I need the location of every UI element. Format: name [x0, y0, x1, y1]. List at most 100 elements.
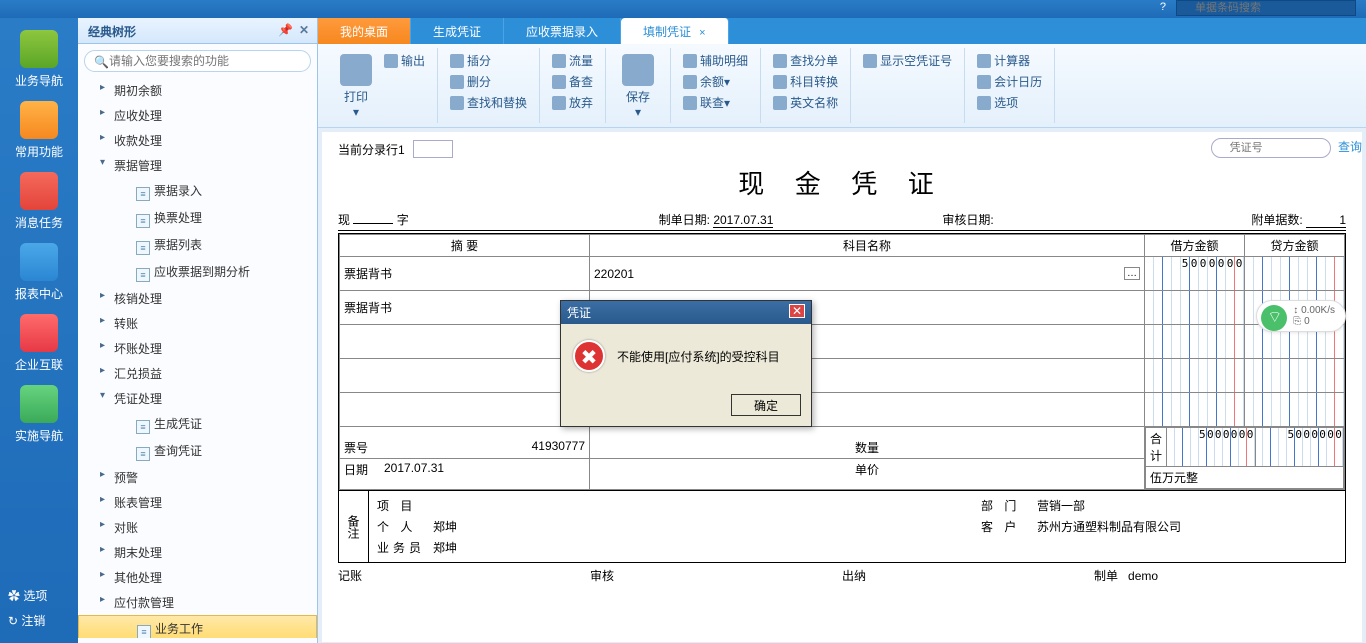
- tab-bar: 我的桌面生成凭证应收票据录入填制凭证×: [318, 18, 1366, 44]
- help-icon[interactable]: ?: [1160, 1, 1166, 13]
- ribbon-g3-1[interactable]: 备查: [548, 71, 597, 92]
- wifi-widget: ↕ 0.00K/s ⎘ 0: [1256, 300, 1346, 332]
- dialog-close-button[interactable]: ✕: [789, 304, 805, 318]
- ribbon-g8-2[interactable]: 选项: [973, 92, 1046, 113]
- ribbon-g2-2[interactable]: 查找和替换: [446, 92, 531, 113]
- tree-node-9[interactable]: ▸转账: [78, 311, 317, 336]
- leftnav-item-0[interactable]: 业务导航: [0, 30, 78, 89]
- voucher-row-1[interactable]: 票据背书应收票据: [340, 291, 1345, 325]
- voucher-row-2[interactable]: [340, 325, 1345, 359]
- tree-node-11[interactable]: ▸汇兑损益: [78, 361, 317, 386]
- tab-close-icon[interactable]: ×: [699, 27, 705, 39]
- tab-1[interactable]: 生成凭证: [411, 18, 504, 44]
- tree-node-10[interactable]: ▸坏账处理: [78, 336, 317, 361]
- dept-value: 营销一部: [1037, 497, 1337, 514]
- tree-node-6[interactable]: ≡票据列表: [78, 232, 317, 259]
- barcode-search-input[interactable]: [1176, 0, 1356, 16]
- leftnav-item-5[interactable]: 实施导航: [0, 385, 78, 444]
- ribbon-g8-0[interactable]: 计算器: [973, 50, 1046, 71]
- tree-node-5[interactable]: ≡换票处理: [78, 205, 317, 232]
- leftnav-item-4[interactable]: 企业互联: [0, 314, 78, 373]
- lookup-icon[interactable]: …: [1124, 267, 1140, 280]
- error-dialog: 凭证 ✕ ✖ 不能使用[应付系统]的受控科目 确定: [560, 300, 812, 427]
- search-button[interactable]: 查询: [1338, 140, 1362, 154]
- tab-2[interactable]: 应收票据录入: [504, 18, 621, 44]
- tree-node-8[interactable]: ▸核销处理: [78, 286, 317, 311]
- col-credit: 贷方金额: [1245, 235, 1345, 257]
- ribbon-g1-1[interactable]: 输出: [380, 50, 429, 71]
- ribbon-g6-2[interactable]: 英文名称: [769, 92, 842, 113]
- tree-node-1[interactable]: ▸应收处理: [78, 103, 317, 128]
- tree-list: ▸期初余额▸应收处理▸收款处理▾票据管理≡票据录入≡换票处理≡票据列表≡应收票据…: [78, 78, 317, 638]
- pin-icon[interactable]: 📌: [278, 23, 293, 37]
- attach-count[interactable]: 1: [1306, 213, 1346, 228]
- tree-node-7[interactable]: ≡应收票据到期分析: [78, 259, 317, 286]
- top-bar: ? 🔍: [0, 0, 1366, 18]
- ribbon-g5-0[interactable]: 辅助明细: [679, 50, 752, 71]
- bill-date: 2017.07.31: [380, 459, 589, 480]
- dialog-title: 凭证: [567, 304, 591, 321]
- ribbon-g1-0[interactable]: 打印▾: [332, 50, 380, 123]
- voucher-footer: 备注 项 目 部 门营销一部 个 人郑坤 客 户苏州方通塑料制品有限公司 业务员…: [338, 491, 1346, 563]
- tab-3[interactable]: 填制凭证×: [621, 18, 728, 44]
- ribbon-g8-1[interactable]: 会计日历: [973, 71, 1046, 92]
- voucher-meta: 现 字 制单日期: 2017.07.31 审核日期: 附单据数: 1: [338, 211, 1346, 231]
- voucher-row-0[interactable]: 票据背书220201… 5000000: [340, 257, 1345, 291]
- tree-node-20[interactable]: ▸应付款管理: [78, 590, 317, 615]
- ribbon-g6-0[interactable]: 查找分单: [769, 50, 842, 71]
- leftnav-bottom-1[interactable]: ↻ 注销: [0, 608, 78, 633]
- ribbon-g5-2[interactable]: 联查▾: [679, 92, 752, 113]
- ribbon-g3-0[interactable]: 流量: [548, 50, 597, 71]
- col-debit: 借方金额: [1145, 235, 1245, 257]
- clerk-value: 郑坤: [433, 539, 457, 556]
- maker-value: demo: [1128, 569, 1158, 583]
- leftnav-item-2[interactable]: 消息任务: [0, 172, 78, 231]
- tree-node-15[interactable]: ▸预警: [78, 465, 317, 490]
- ribbon-g6-1[interactable]: 科目转换: [769, 71, 842, 92]
- tree-node-13[interactable]: ≡生成凭证: [78, 411, 317, 438]
- voucher-no-search[interactable]: [1211, 138, 1331, 158]
- tree-node-3[interactable]: ▾票据管理: [78, 153, 317, 178]
- ribbon-g2-1[interactable]: 删分: [446, 71, 531, 92]
- tree-node-0[interactable]: ▸期初余额: [78, 78, 317, 103]
- search-icon: 🔍: [94, 55, 109, 69]
- make-date[interactable]: 2017.07.31: [713, 213, 773, 228]
- voucher-title: 现 金 凭 证: [338, 164, 1346, 201]
- current-line-input[interactable]: [413, 140, 453, 158]
- ribbon-g4-0[interactable]: 保存▾: [614, 50, 662, 123]
- word-input[interactable]: [353, 223, 393, 224]
- ribbon-g7-0[interactable]: 显示空凭证号: [859, 50, 956, 71]
- tree-node-18[interactable]: ▸期末处理: [78, 540, 317, 565]
- dialog-message: 不能使用[应付系统]的受控科目: [617, 348, 780, 365]
- tree-node-12[interactable]: ▾凭证处理: [78, 386, 317, 411]
- signature-row: 记账 审核 出纳 制单 demo: [338, 567, 1346, 584]
- main-area: 我的桌面生成凭证应收票据录入填制凭证× 打印▾输出插分删分查找和替换流量备查放弃…: [318, 18, 1366, 643]
- ribbon-toolbar: 打印▾输出插分删分查找和替换流量备查放弃保存▾ 辅助明细余额▾联查▾ 查找分单科目转…: [318, 44, 1366, 128]
- tree-node-14[interactable]: ≡查询凭证: [78, 438, 317, 465]
- leftnav-item-1[interactable]: 常用功能: [0, 101, 78, 160]
- tree-node-2[interactable]: ▸收款处理: [78, 128, 317, 153]
- ribbon-g5-1[interactable]: 余额▾: [679, 71, 752, 92]
- voucher-table: 摘 要 科目名称 借方金额 贷方金额 票据背书220201… 5000000 票…: [338, 233, 1346, 491]
- tree-node-19[interactable]: ▸其他处理: [78, 565, 317, 590]
- leftnav-bottom-0[interactable]: ✿ 选项: [0, 583, 78, 608]
- close-icon[interactable]: ✕: [299, 23, 309, 37]
- ribbon-g3-2[interactable]: 放弃: [548, 92, 597, 113]
- cust-value: 苏州方通塑料制品有限公司: [1037, 518, 1337, 535]
- total-label: 合 计: [1146, 428, 1167, 467]
- tab-0[interactable]: 我的桌面: [318, 18, 411, 44]
- voucher-row-3[interactable]: [340, 359, 1345, 393]
- bill-no: 41930777: [380, 437, 589, 458]
- leftnav-item-3[interactable]: 报表中心: [0, 243, 78, 302]
- wifi-icon: [1261, 305, 1287, 331]
- tree-node-17[interactable]: ▸对账: [78, 515, 317, 540]
- tree-node-16[interactable]: ▸账表管理: [78, 490, 317, 515]
- tree-panel: 经典树形 📌 ✕ 🔍 ▸期初余额▸应收处理▸收款处理▾票据管理≡票据录入≡换票处…: [78, 18, 318, 643]
- ribbon-g2-0[interactable]: 插分: [446, 50, 531, 71]
- tree-node-4[interactable]: ≡票据录入: [78, 178, 317, 205]
- dialog-ok-button[interactable]: 确定: [731, 394, 801, 416]
- voucher-row-4[interactable]: [340, 393, 1345, 427]
- remark-label: 备注: [339, 491, 369, 562]
- tree-search-input[interactable]: [84, 50, 311, 72]
- tree-node-21[interactable]: ≡业务工作: [78, 615, 317, 638]
